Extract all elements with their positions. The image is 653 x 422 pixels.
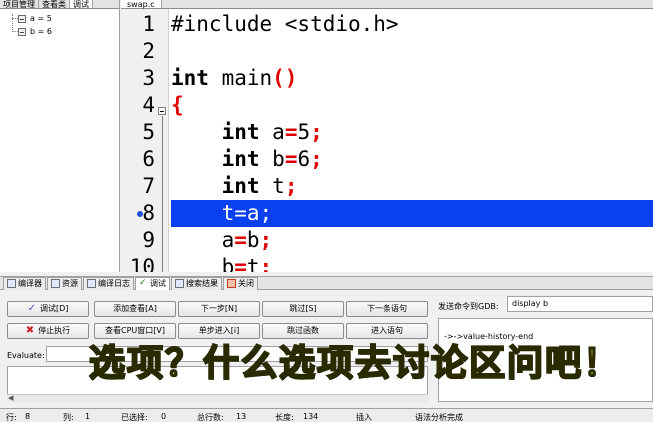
status-total-label: 总行数: bbox=[197, 413, 224, 422]
line-number-gutter: 1 2 3 4 5 6 7 8 9 10 bbox=[121, 9, 169, 272]
file-tabs: swap.c bbox=[121, 0, 653, 9]
status-length-label: 长度: bbox=[275, 413, 294, 422]
status-parse-status: 语法分析完成 bbox=[415, 413, 463, 422]
gdb-command-input[interactable]: display b bbox=[507, 296, 653, 312]
step-into-button[interactable]: 单步进入[i] bbox=[178, 323, 260, 339]
line-number: 3 bbox=[142, 66, 155, 90]
stop-x-icon: ✖ bbox=[25, 325, 35, 336]
tab-close[interactable]: 关闭 bbox=[223, 276, 258, 290]
next-step-label: 下一步[N] bbox=[200, 304, 238, 313]
code-line: { bbox=[171, 93, 184, 117]
checkmark-icon: ✓ bbox=[139, 278, 147, 288]
watch-item[interactable]: a = 5 bbox=[8, 12, 52, 25]
tab-compiler[interactable]: 编译器 bbox=[3, 276, 46, 290]
code-line: a=b; bbox=[171, 228, 273, 252]
gdb-output-line: ->->value-history-end bbox=[444, 332, 534, 341]
watch-item-label: a = 5 bbox=[30, 14, 52, 23]
tab-label: 编译器 bbox=[18, 278, 42, 288]
stop-execution-label: 停止执行 bbox=[38, 326, 71, 335]
left-panel-tabs: 项目管理 查看类 调试 bbox=[0, 0, 119, 9]
line-number: 7 bbox=[142, 174, 155, 198]
close-icon bbox=[227, 279, 236, 288]
checkmark-icon: ✓ bbox=[27, 303, 36, 314]
debug-button[interactable]: ✓ 调试[D] bbox=[7, 301, 89, 317]
code-line: int main() bbox=[171, 66, 298, 90]
stop-execution-button[interactable]: ✖ 停止执行 bbox=[7, 323, 89, 339]
watch-item[interactable]: b = 6 bbox=[8, 25, 52, 38]
status-col-value: 1 bbox=[85, 412, 91, 421]
view-cpu-window-button[interactable]: 查看CPU窗口[V] bbox=[94, 323, 176, 339]
chart-icon bbox=[87, 279, 96, 288]
next-step-button[interactable]: 下一步[N] bbox=[178, 301, 260, 317]
code-line-current: t=a; bbox=[171, 200, 653, 227]
status-col-label: 列: bbox=[63, 413, 74, 422]
line-number: 2 bbox=[142, 39, 155, 63]
left-panel: 项目管理 查看类 调试 a = 5 b = 6 bbox=[0, 0, 120, 272]
line-number: 6 bbox=[142, 147, 155, 171]
code-line: b=t; bbox=[171, 255, 273, 272]
view-cpu-label: 查看CPU窗口[V] bbox=[105, 326, 165, 335]
status-selected-value: 0 bbox=[161, 412, 167, 421]
search-results-icon bbox=[175, 279, 184, 288]
step-into-label: 单步进入[i] bbox=[198, 326, 240, 335]
enter-statement-button[interactable]: 进入语句 bbox=[346, 323, 428, 339]
tab-debug[interactable]: ✓ 调试 bbox=[135, 276, 170, 290]
status-selected-label: 已选择: bbox=[121, 413, 148, 422]
line-number: 4 bbox=[142, 93, 155, 117]
next-statement-button[interactable]: 下一条语句 bbox=[346, 301, 428, 317]
tab-resources[interactable]: 资源 bbox=[47, 276, 82, 290]
tab-search-results[interactable]: 搜索结果 bbox=[171, 276, 222, 290]
add-watch-button[interactable]: 添加查看[A] bbox=[94, 301, 176, 317]
line-number: 8 bbox=[142, 201, 155, 225]
skip-function-button[interactable]: 跳过函数 bbox=[262, 323, 344, 339]
status-row-value: 8 bbox=[25, 412, 31, 421]
enter-statement-label: 进入语句 bbox=[371, 326, 403, 335]
status-row-label: 行: bbox=[6, 413, 17, 422]
line-number: 1 bbox=[142, 12, 155, 36]
resources-icon bbox=[51, 279, 60, 288]
status-total-value: 13 bbox=[236, 412, 247, 421]
next-statement-label: 下一条语句 bbox=[367, 304, 407, 313]
watch-variable-icon bbox=[18, 14, 26, 23]
status-insert-mode: 插入 bbox=[356, 413, 372, 422]
tab-label: 资源 bbox=[62, 278, 78, 288]
overlay-caption: 选项？什么选项去讨论区问吧！ bbox=[88, 342, 622, 385]
status-length-value: 134 bbox=[303, 412, 319, 421]
skip-button[interactable]: 跳过[S] bbox=[262, 301, 344, 317]
tab-label: 关闭 bbox=[238, 278, 254, 288]
gdb-command-label: 发送命令到GDB: bbox=[438, 302, 499, 311]
skip-label: 跳过[S] bbox=[289, 304, 317, 313]
skip-function-label: 跳过函数 bbox=[287, 326, 319, 335]
debug-button-label: 调试[D] bbox=[39, 304, 69, 313]
tab-debug-watch[interactable]: 调试 bbox=[70, 0, 93, 8]
code-line: #include <stdio.h> bbox=[171, 12, 399, 36]
scroll-left-arrow-icon[interactable]: ◀ bbox=[8, 395, 13, 402]
line-number: 10 bbox=[129, 255, 155, 272]
code-editor[interactable]: swap.c 1 2 3 4 5 6 7 8 9 10 #include <st… bbox=[121, 0, 653, 272]
code-line: int t; bbox=[221, 174, 298, 198]
watch-item-label: b = 6 bbox=[30, 27, 52, 36]
tab-compile-log[interactable]: 编译日志 bbox=[83, 276, 134, 290]
tab-class-view[interactable]: 查看类 bbox=[39, 0, 70, 8]
status-bar: 行: 8 列: 1 已选择: 0 总行数: 13 长度: 134 插入 语法分析… bbox=[0, 408, 653, 422]
watch-variable-icon bbox=[18, 27, 26, 36]
tab-project-manager[interactable]: 项目管理 bbox=[0, 0, 39, 8]
code-line: int a=5; bbox=[221, 120, 323, 144]
bottom-panel-tabs: 编译器 资源 编译日志 ✓ 调试 搜索结果 关闭 bbox=[0, 276, 653, 290]
tab-label: 编译日志 bbox=[98, 278, 130, 288]
horizontal-scrollbar[interactable]: ◀ bbox=[7, 394, 428, 402]
tab-label: 调试 bbox=[150, 278, 166, 288]
fold-toggle-icon[interactable] bbox=[158, 107, 166, 115]
tab-label: 搜索结果 bbox=[186, 278, 218, 288]
add-watch-label: 添加查看[A] bbox=[113, 304, 157, 313]
line-number: 5 bbox=[142, 120, 155, 144]
line-number: 9 bbox=[142, 228, 155, 252]
compiler-icon bbox=[7, 279, 16, 288]
code-line: int b=6; bbox=[221, 147, 323, 171]
fold-guide bbox=[162, 116, 163, 272]
evaluate-label: Evaluate: bbox=[7, 351, 45, 360]
file-tab-swap[interactable]: swap.c bbox=[121, 0, 162, 9]
